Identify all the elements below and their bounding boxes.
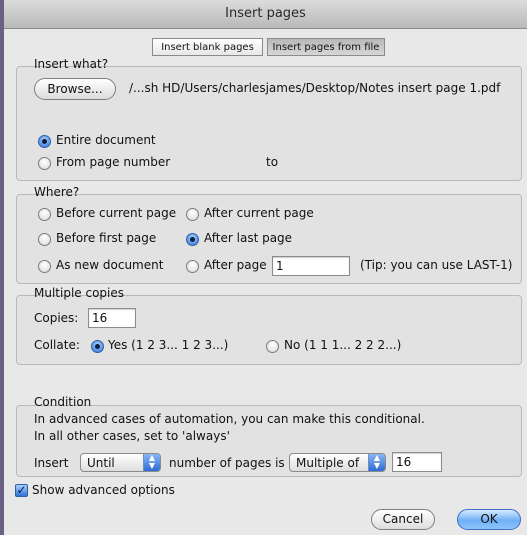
condition-description-line1: In advanced cases of automation, you can…: [34, 412, 425, 426]
before-first-page-label: Before first page: [56, 231, 157, 245]
collate-yes-radio[interactable]: [91, 340, 104, 353]
after-page-label: After page: [204, 258, 267, 272]
as-new-document-label: As new document: [56, 258, 164, 272]
up-down-arrows-icon: ▲ ▼: [368, 454, 385, 471]
file-path-label: /...sh HD/Users/charlesjames/Desktop/Not…: [129, 81, 501, 95]
before-first-page-radio[interactable]: [38, 233, 51, 246]
up-down-arrows-icon: ▲ ▼: [143, 454, 160, 471]
after-last-page-radio[interactable]: [186, 233, 199, 246]
collate-yes-label: Yes (1 2 3... 1 2 3...): [108, 338, 229, 352]
checkmark-icon: ✓: [16, 483, 27, 497]
tab-insert-pages-from-file[interactable]: Insert pages from file: [267, 38, 385, 56]
after-current-page-label: After current page: [204, 206, 314, 220]
entire-document-radio[interactable]: [38, 135, 51, 148]
show-advanced-options-label: Show advanced options: [32, 483, 175, 497]
from-page-number-label: From page number: [56, 155, 171, 169]
until-popup[interactable]: Until ▲ ▼: [80, 453, 161, 472]
after-page-radio[interactable]: [186, 260, 199, 273]
until-popup-value: Until: [87, 456, 115, 470]
multiple-of-popup-value: Multiple of: [296, 456, 360, 470]
tip-label: (Tip: you can use LAST-1): [360, 258, 513, 272]
insert-pages-dialog: Insert pages Insert blank pages Insert p…: [0, 0, 527, 535]
browse-button[interactable]: Browse...: [34, 78, 116, 100]
before-current-page-radio[interactable]: [38, 208, 51, 221]
collate-label: Collate:: [34, 338, 80, 352]
after-current-page-radio[interactable]: [186, 208, 199, 221]
condition-number-input[interactable]: 16: [392, 452, 442, 472]
entire-document-label: Entire document: [56, 133, 156, 147]
cancel-button[interactable]: Cancel: [371, 509, 435, 530]
multiple-copies-heading: Multiple copies: [34, 286, 125, 300]
condition-description-line2: In all other cases, set to 'always': [34, 429, 230, 443]
copies-input[interactable]: 16: [88, 308, 136, 328]
collate-no-radio[interactable]: [266, 340, 279, 353]
from-page-number-radio[interactable]: [38, 157, 51, 170]
insert-what-heading: Insert what?: [34, 57, 109, 71]
title-bar[interactable]: Insert pages: [4, 0, 527, 29]
copies-label: Copies:: [34, 311, 79, 325]
ok-button[interactable]: OK: [457, 509, 521, 530]
multiple-of-popup[interactable]: Multiple of ▲ ▼: [289, 453, 386, 472]
to-label: to: [266, 155, 279, 169]
after-last-page-label: After last page: [204, 231, 293, 245]
number-of-pages-label: number of pages is: [169, 456, 285, 470]
condition-heading: Condition: [34, 395, 92, 409]
after-page-input[interactable]: 1: [272, 256, 350, 276]
multiple-copies-group: [16, 295, 522, 365]
insert-label: Insert: [34, 456, 69, 470]
as-new-document-radio[interactable]: [38, 260, 51, 273]
show-advanced-options-checkbox[interactable]: ✓: [15, 484, 28, 497]
collate-no-label: No (1 1 1... 2 2 2...): [284, 338, 402, 352]
before-current-page-label: Before current page: [56, 206, 177, 220]
where-heading: Where?: [34, 185, 80, 199]
tab-insert-blank-pages[interactable]: Insert blank pages: [152, 38, 263, 56]
window-title: Insert pages: [225, 6, 306, 21]
